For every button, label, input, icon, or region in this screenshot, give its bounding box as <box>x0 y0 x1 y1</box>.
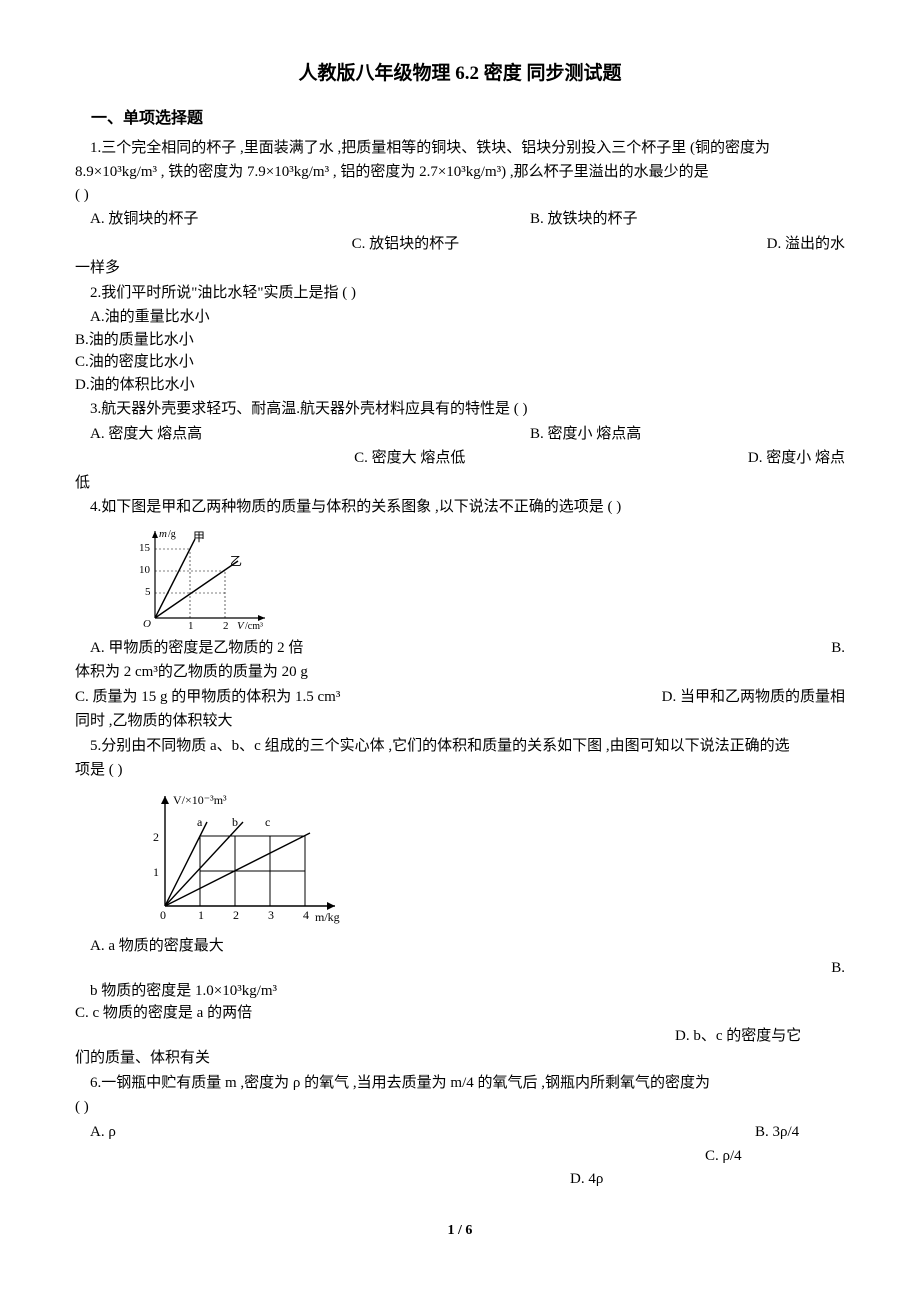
q5-option-d: D. b、c 的密度与它 <box>75 1025 845 1048</box>
q1-text-1: 1.三个完全相同的杯子 ,里面装满了水 ,把质量相等的铜块、铁块、铝块分别投入三… <box>75 137 845 160</box>
svg-text:m: m <box>159 528 167 540</box>
q3-option-b: B. 密度小 熔点高 <box>530 423 641 446</box>
q1-option-d-ext: 一样多 <box>75 257 845 280</box>
svg-text:2: 2 <box>153 830 159 844</box>
svg-text:4: 4 <box>303 908 309 922</box>
page-footer: 1 / 6 <box>75 1220 845 1241</box>
q1-option-d: D. 溢出的水 <box>767 233 845 256</box>
svg-text:乙: 乙 <box>230 554 242 568</box>
q4-option-b-ext: 体积为 2 cm³的乙物质的质量为 20 g <box>75 661 845 684</box>
q3-text: 3.航天器外壳要求轻巧、耐高温.航天器外壳材料应具有的特性是 ( ) <box>75 398 845 421</box>
q2-option-b: B.油的质量比水小 <box>75 329 845 352</box>
q4-option-c: C. 质量为 15 g 的甲物质的体积为 1.5 cm³ <box>75 686 662 709</box>
q2-option-c: C.油的密度比水小 <box>75 351 845 374</box>
q3-options-row1: A. 密度大 熔点高 B. 密度小 熔点高 <box>75 423 845 446</box>
q2-option-d: D.油的体积比水小 <box>75 374 845 397</box>
svg-text:3: 3 <box>268 908 274 922</box>
q6-text-1: 6.一钢瓶中贮有质量 m ,密度为 ρ 的氧气 ,当用去质量为 m/4 的氧气后… <box>75 1072 845 1095</box>
q4-options-row2: C. 质量为 15 g 的甲物质的体积为 1.5 cm³ D. 当甲和乙两物质的… <box>75 686 845 709</box>
q4-text: 4.如下图是甲和乙两种物质的质量与体积的关系图象 ,以下说法不正确的选项是 ( … <box>75 496 845 519</box>
q1-text-3: ( ) <box>75 184 845 207</box>
q5-text-2: 项是 ( ) <box>75 759 845 782</box>
page-title: 人教版八年级物理 6.2 密度 同步测试题 <box>75 60 845 89</box>
q1-option-a: A. 放铜块的杯子 <box>75 208 530 231</box>
q2-option-a: A.油的重量比水小 <box>75 306 845 329</box>
svg-text:/g: /g <box>168 529 176 540</box>
svg-text:a: a <box>197 815 203 829</box>
q1-option-b: B. 放铁块的杯子 <box>530 208 638 231</box>
svg-text:1: 1 <box>188 620 194 632</box>
svg-text:2: 2 <box>233 908 239 922</box>
q6-options-row1: A. ρ B. 3ρ/4 <box>75 1121 845 1144</box>
svg-text:15: 15 <box>139 542 151 554</box>
svg-text:m/kg: m/kg <box>315 910 340 924</box>
q4-options-row1: A. 甲物质的密度是乙物质的 2 倍 B. <box>75 637 845 660</box>
svg-text:V: V <box>237 620 245 632</box>
svg-text:1: 1 <box>153 865 159 879</box>
svg-text:0: 0 <box>160 908 166 922</box>
q1-text-2: 8.9×10³kg/m³ , 铁的密度为 7.9×10³kg/m³ , 铝的密度… <box>75 161 845 184</box>
q6-text-2: ( ) <box>75 1096 845 1119</box>
q4-option-a: A. 甲物质的密度是乙物质的 2 倍 <box>75 637 831 660</box>
q3-option-d: D. 密度小 熔点 <box>748 447 845 470</box>
q6-option-c: C. ρ/4 <box>75 1145 845 1168</box>
svg-text:/cm³: /cm³ <box>245 621 263 632</box>
section-header-1: 一、单项选择题 <box>75 107 845 131</box>
q3-options-row2: C. 密度大 熔点低 D. 密度小 熔点 <box>75 447 845 470</box>
q1-options-row1: A. 放铜块的杯子 B. 放铁块的杯子 <box>75 208 845 231</box>
q5-option-b-ext: b 物质的密度是 1.0×10³kg/m³ <box>75 980 845 1003</box>
q4-option-d-ext: 同时 ,乙物质的体积较大 <box>75 710 845 733</box>
q3-option-c: C. 密度大 熔点低 <box>354 447 748 470</box>
q1-options-row2: C. 放铝块的杯子 D. 溢出的水 <box>75 233 845 256</box>
q5-option-a: A. a 物质的密度最大 <box>75 935 845 958</box>
q4-option-b: B. <box>831 637 845 660</box>
q6-option-a: A. ρ <box>75 1121 755 1144</box>
q1-option-c: C. 放铝块的杯子 <box>352 233 767 256</box>
q3-option-a: A. 密度大 熔点高 <box>75 423 530 446</box>
q2-text: 2.我们平时所说"油比水轻"实质上是指 ( ) <box>75 282 845 305</box>
q4-option-d: D. 当甲和乙两物质的质量相 <box>662 686 845 709</box>
q6-option-d: D. 4ρ <box>75 1168 845 1191</box>
q4-chart: 15 10 5 1 2 O m/g V/cm³ 甲 乙 <box>135 523 275 633</box>
q5-option-b: B. <box>75 957 845 980</box>
svg-text:c: c <box>265 815 270 829</box>
svg-text:甲: 甲 <box>193 530 205 544</box>
svg-text:b: b <box>232 815 238 829</box>
svg-text:2: 2 <box>223 620 229 632</box>
q5-option-d-ext: 们的质量、体积有关 <box>75 1047 845 1070</box>
svg-text:10: 10 <box>139 564 151 576</box>
svg-text:5: 5 <box>145 586 151 598</box>
q6-option-b: B. 3ρ/4 <box>755 1121 845 1144</box>
q3-option-d-ext: 低 <box>75 472 845 495</box>
svg-text:1: 1 <box>198 908 204 922</box>
svg-text:O: O <box>143 618 151 630</box>
q5-chart: V/×10⁻³m³ m/kg 0 1 2 3 4 1 2 a b c <box>135 786 345 931</box>
q5-text-1: 5.分别由不同物质 a、b、c 组成的三个实心体 ,它们的体积和质量的关系如下图… <box>75 735 845 758</box>
svg-text:V/×10⁻³m³: V/×10⁻³m³ <box>173 793 227 807</box>
q5-option-c: C. c 物质的密度是 a 的两倍 <box>75 1002 845 1025</box>
